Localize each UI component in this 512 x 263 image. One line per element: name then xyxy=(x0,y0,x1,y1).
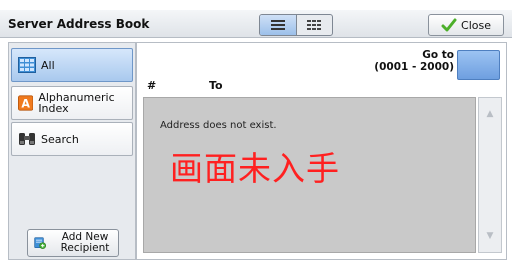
scroll-down-arrow-icon: ▼ xyxy=(486,231,494,241)
add-new-recipient-button[interactable]: Add New Recipient xyxy=(27,229,119,257)
tab-alphanumeric-index-label: Alphanumeric Index xyxy=(38,91,115,115)
address-list: Address does not exist. 画面未入手 xyxy=(143,97,476,253)
title-bar: Server Address Book Close xyxy=(0,10,512,38)
screen-not-captured-watermark: 画面未入手 xyxy=(170,149,340,188)
view-toggle xyxy=(259,14,333,36)
tab-search-label: Search xyxy=(41,132,79,146)
scroll-up-arrow-icon: ▲ xyxy=(486,109,494,119)
tab-all[interactable]: All xyxy=(11,48,133,82)
sidebar: All A Alphanumeric Index Search Add New … xyxy=(8,42,136,260)
goto-label: Go to xyxy=(422,49,454,61)
server-address-book-screen: Server Address Book Close All A Alphanum… xyxy=(0,0,512,263)
tab-search[interactable]: Search xyxy=(11,122,133,156)
goto-label-group: Go to (0001 - 2000) xyxy=(374,49,454,73)
binoculars-icon xyxy=(19,133,35,145)
scroll-up-button[interactable]: ▲ xyxy=(479,98,501,130)
column-header-to: To xyxy=(209,79,223,92)
letter-a-icon: A xyxy=(18,95,34,111)
column-header-number: # xyxy=(147,79,157,92)
empty-list-message: Address does not exist. xyxy=(160,120,277,131)
goto-number-input[interactable] xyxy=(457,50,500,80)
scroll-down-button[interactable]: ▼ xyxy=(479,220,501,252)
list-view-button[interactable] xyxy=(260,15,297,35)
address-list-panel: Go to (0001 - 2000) # To Address does no… xyxy=(136,42,507,260)
svg-text:A: A xyxy=(21,97,30,110)
add-new-recipient-label: Add New Recipient xyxy=(60,231,110,254)
grid-view-icon xyxy=(307,20,322,30)
tab-alphanumeric-index[interactable]: A Alphanumeric Index xyxy=(11,86,133,120)
address-book-grid-icon xyxy=(18,57,36,73)
page-title: Server Address Book xyxy=(8,17,150,31)
goto-range: (0001 - 2000) xyxy=(374,61,454,73)
close-button[interactable]: Close xyxy=(428,14,504,36)
close-button-label: Close xyxy=(461,18,491,32)
list-scrollbar[interactable]: ▲ ▼ xyxy=(478,97,502,253)
tab-all-label: All xyxy=(41,58,55,72)
list-view-icon xyxy=(270,20,285,30)
checkmark-icon xyxy=(441,18,457,32)
grid-view-button[interactable] xyxy=(297,15,333,35)
add-recipient-icon xyxy=(34,237,47,250)
